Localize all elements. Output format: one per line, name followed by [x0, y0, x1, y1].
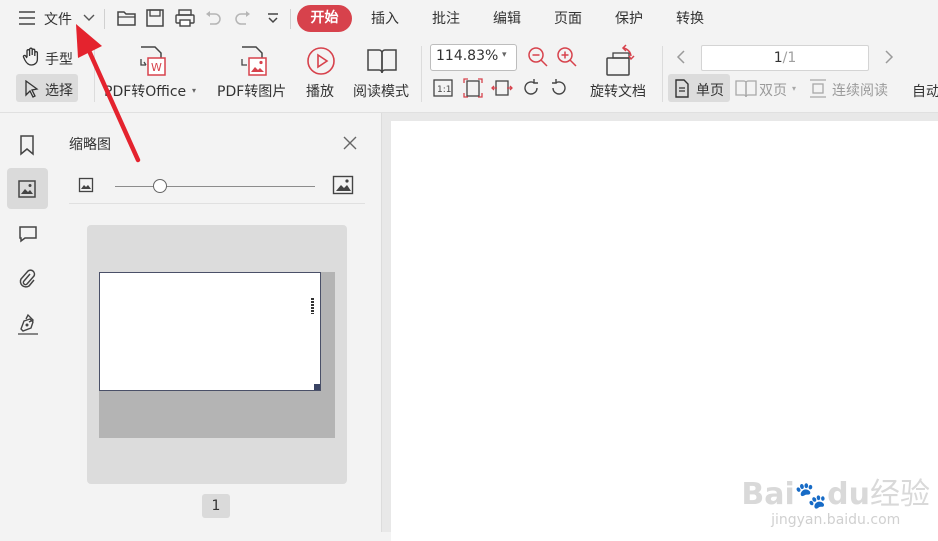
continuous-read-label[interactable]: 连续阅读: [832, 80, 888, 100]
watermark-url: jingyan.baidu.com: [771, 512, 901, 528]
tab-annotate[interactable]: 批注: [432, 8, 460, 28]
more-chevron-icon[interactable]: [266, 12, 280, 26]
tab-start[interactable]: 开始: [297, 5, 352, 32]
divider: [69, 203, 365, 204]
thumbnail-page-preview[interactable]: [99, 272, 321, 391]
fit-page-icon[interactable]: [463, 78, 483, 98]
comment-icon[interactable]: [18, 225, 38, 243]
auto-scroll-label[interactable]: 自动: [912, 81, 938, 101]
fit-width-icon[interactable]: [491, 79, 513, 97]
total-pages: /1: [782, 50, 797, 66]
thumbnail-content-mark: [311, 298, 314, 314]
attachment-icon[interactable]: [18, 268, 36, 290]
current-page-value[interactable]: 1: [774, 50, 783, 66]
rotate-document-icon[interactable]: [603, 44, 637, 78]
continuous-read-icon[interactable]: [808, 79, 828, 98]
zoom-value[interactable]: 114.83%: [436, 48, 498, 64]
left-sidebar: [0, 113, 56, 532]
svg-text:1:1: 1:1: [437, 85, 451, 95]
divider: [290, 9, 291, 29]
rotate-document-label[interactable]: 旋转文档: [590, 81, 646, 101]
cursor-arrow-icon[interactable]: [24, 80, 40, 98]
print-icon[interactable]: [174, 8, 196, 28]
pdf-to-image-label[interactable]: PDF转图片: [217, 81, 286, 101]
thumbnail-panel: 缩略图 1: [55, 113, 380, 532]
double-page-label[interactable]: 双页: [759, 80, 787, 100]
red-annotation-arrow: [76, 24, 141, 163]
thumbnail-size-slider[interactable]: [115, 186, 315, 187]
document-canvas[interactable]: [381, 113, 938, 541]
hamburger-menu-icon[interactable]: [18, 10, 36, 26]
page-number-input[interactable]: 1/1: [701, 45, 869, 71]
redo-icon[interactable]: [234, 10, 252, 26]
divider: [421, 46, 422, 102]
tab-convert[interactable]: 转换: [676, 8, 704, 28]
watermark-cn: 经验: [870, 477, 930, 512]
undo-icon[interactable]: [204, 10, 222, 26]
play-label[interactable]: 播放: [306, 81, 334, 101]
zoom-select[interactable]: 114.83% ▾: [430, 44, 517, 71]
zoom-in-icon[interactable]: [556, 46, 578, 68]
tab-protect[interactable]: 保护: [615, 8, 643, 28]
chevron-down-icon[interactable]: ▾: [502, 50, 507, 60]
paw-icon: 🐾: [794, 481, 828, 511]
pdf-to-image-icon[interactable]: [238, 45, 268, 77]
tab-insert[interactable]: 插入: [371, 8, 399, 28]
tab-page[interactable]: 页面: [554, 8, 582, 28]
close-icon[interactable]: [342, 135, 358, 151]
rotate-clockwise-icon[interactable]: [521, 78, 541, 98]
next-page-icon[interactable]: [883, 49, 895, 65]
hand-icon[interactable]: [22, 47, 40, 67]
watermark-brand: Bai: [741, 477, 795, 512]
double-page-icon[interactable]: [735, 79, 757, 98]
dropdown-caret-icon[interactable]: ▾: [192, 86, 196, 95]
baidu-watermark: Bai🐾du经验 jingyan.baidu.com: [741, 477, 930, 529]
previous-page-icon[interactable]: [675, 49, 687, 65]
thumbnail-page-number: 1: [202, 494, 230, 518]
play-icon[interactable]: [306, 46, 336, 76]
divider: [662, 46, 663, 102]
tab-edit[interactable]: 编辑: [493, 8, 521, 28]
large-thumbnail-icon[interactable]: [332, 175, 354, 195]
dropdown-caret-icon[interactable]: ▾: [792, 84, 796, 93]
single-page-icon[interactable]: [674, 79, 690, 98]
rotate-counterclockwise-icon[interactable]: [549, 78, 569, 98]
signature-icon[interactable]: [17, 313, 39, 335]
read-mode-label[interactable]: 阅读模式: [353, 81, 409, 101]
watermark-brand-suffix: du: [827, 477, 870, 512]
slider-handle[interactable]: [153, 179, 167, 193]
book-icon[interactable]: [366, 47, 398, 75]
single-page-label[interactable]: 单页: [696, 80, 724, 100]
small-thumbnail-icon[interactable]: [78, 177, 94, 193]
thumbnail-corner-mark: [314, 384, 320, 390]
bookmark-icon[interactable]: [18, 134, 36, 156]
thumbnail-image-icon[interactable]: [17, 179, 37, 199]
actual-size-icon[interactable]: 1:1: [433, 79, 453, 97]
zoom-out-icon[interactable]: [527, 46, 549, 68]
